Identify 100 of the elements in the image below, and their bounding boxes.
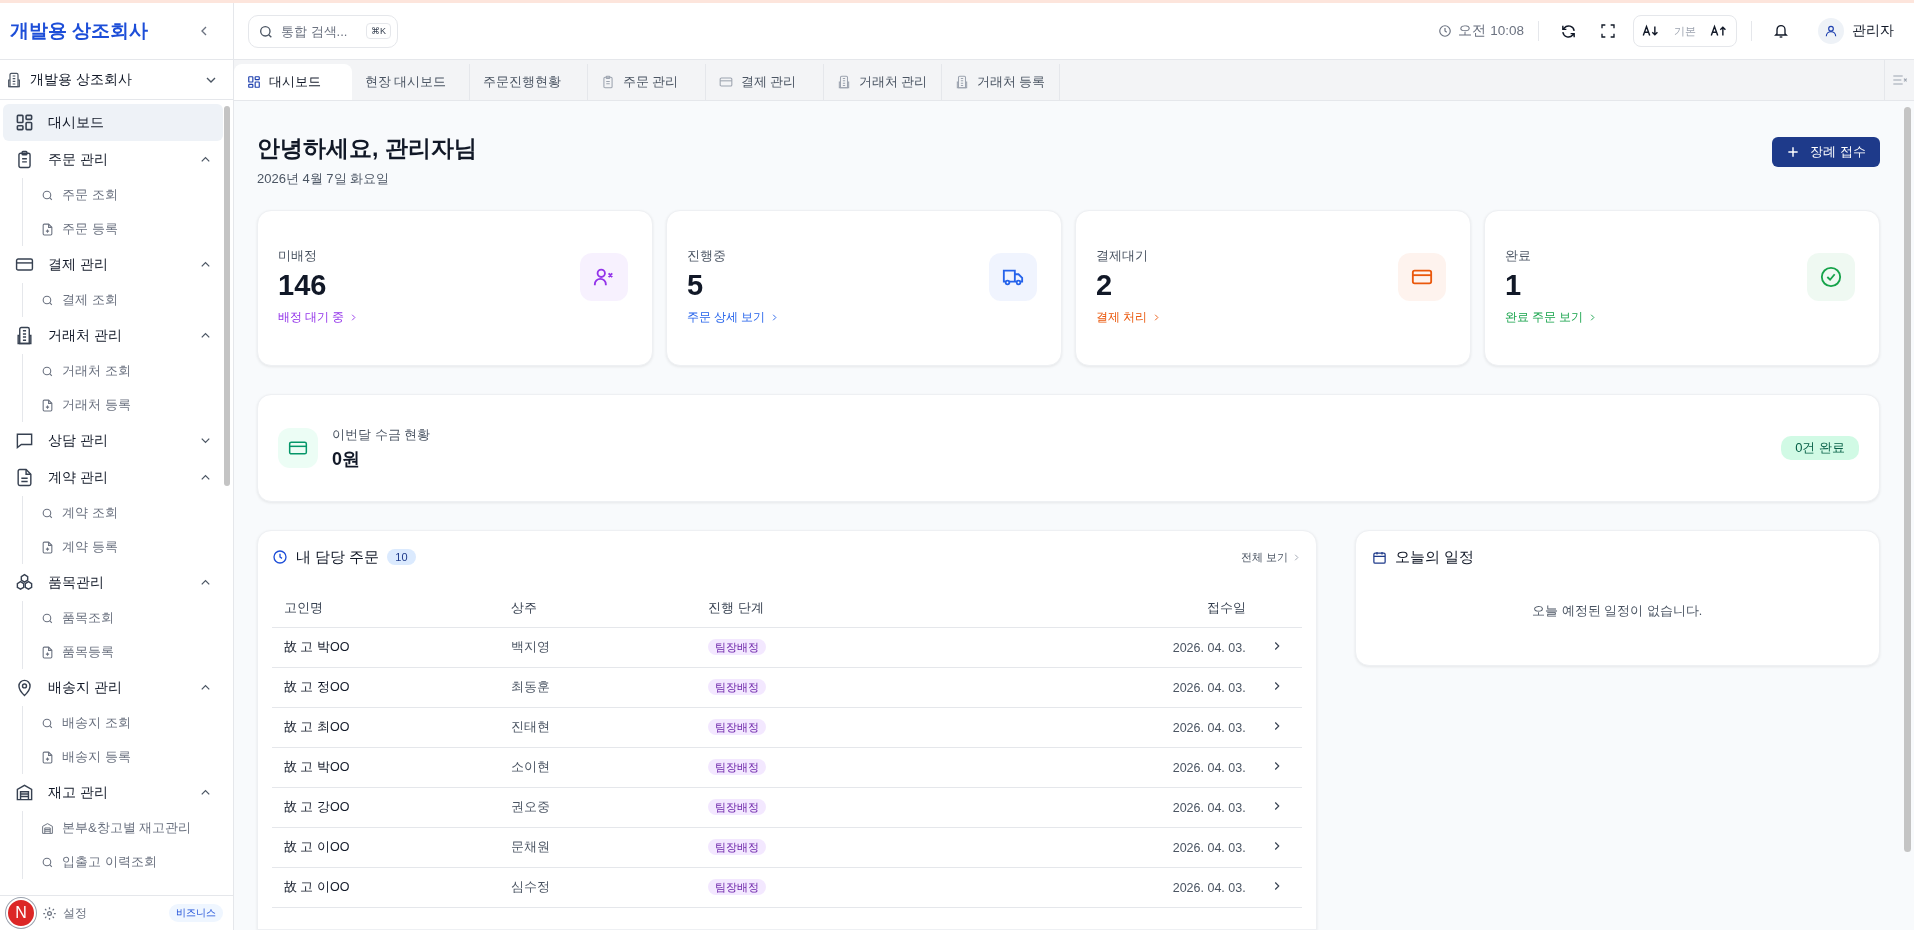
nav-item[interactable]: 재고 관리: [3, 774, 223, 811]
table-cell: 故 고 이OO: [272, 867, 499, 908]
column-header: 상주: [498, 589, 697, 628]
building-icon: [6, 71, 22, 88]
stage-tag: 팀장배정: [708, 719, 767, 735]
table-cell: 소이현: [498, 747, 697, 788]
nav-subitem[interactable]: 배송지 등록: [23, 740, 223, 774]
stat-value: 2: [1096, 269, 1114, 302]
table-row[interactable]: 故 고 박OO 소이현 팀장배정 2026. 04. 03.: [272, 747, 1302, 788]
nav-subitem[interactable]: 주문 등록: [23, 212, 223, 246]
count-badge: 10: [387, 549, 416, 565]
table-cell: 2026. 04. 03.: [953, 627, 1258, 668]
nav-item[interactable]: 대시보드: [3, 104, 223, 141]
search-icon: [41, 855, 54, 869]
plus-icon: [1786, 145, 1801, 159]
brand-title: 개발용 상조회사: [10, 19, 149, 43]
table-row[interactable]: 故 고 최OO 진태현 팀장배정 2026. 04. 03.: [272, 707, 1302, 748]
nav-subitem[interactable]: 결제 조회: [23, 283, 223, 317]
stat-link[interactable]: 결제 처리: [1096, 310, 1163, 325]
stat-link[interactable]: 완료 주문 보기: [1505, 310, 1599, 325]
table-cell: 故 고 이OO: [272, 827, 499, 868]
scrollbar[interactable]: [1904, 107, 1911, 852]
stat-label: 결제대기: [1096, 247, 1149, 265]
increase-font-button[interactable]: [1710, 24, 1728, 38]
stage-tag: 팀장배정: [708, 679, 767, 695]
settings-button[interactable]: 설정: [42, 904, 163, 922]
file-plus-icon: [41, 750, 54, 764]
tab[interactable]: 결제 관리: [706, 64, 824, 100]
collection-value: 0원: [332, 447, 361, 471]
tab[interactable]: 주문진행현황: [470, 64, 588, 100]
nav-subitem[interactable]: 품목조회: [23, 601, 223, 635]
table-row[interactable]: 故 고 이OO 심수정 팀장배정 2026. 04. 03.: [272, 867, 1302, 908]
file-plus-icon: [41, 645, 54, 659]
card-icon: [15, 255, 34, 274]
nav-item[interactable]: 품목관리: [3, 564, 223, 601]
workspace-selector[interactable]: 개발용 상조회사: [0, 60, 233, 100]
table-cell: 최동훈: [498, 667, 697, 708]
bell-icon: [1773, 23, 1789, 39]
table-cell: 故 고 강OO: [272, 787, 499, 828]
nav-subitem[interactable]: 거래처 등록: [23, 388, 223, 422]
scrollbar[interactable]: [224, 106, 230, 486]
nav-subitem[interactable]: 본부&창고별 재고관리: [23, 811, 223, 845]
font-increase-icon: [1710, 24, 1728, 38]
table-row[interactable]: 故 고 이OO 문채원 팀장배정 2026. 04. 03.: [272, 827, 1302, 868]
boxes-icon: [15, 573, 34, 592]
stat-link[interactable]: 배정 대기 중: [278, 310, 360, 325]
nav-subitem[interactable]: 주문 조회: [23, 178, 223, 212]
table-cell: 故 고 정OO: [272, 667, 499, 708]
nav-item[interactable]: 거래처 관리: [3, 317, 223, 354]
tab[interactable]: 거래처 관리: [824, 64, 942, 100]
search-icon: [41, 188, 54, 202]
user-menu[interactable]: 관리자: [1818, 18, 1894, 44]
building-icon: [837, 75, 851, 89]
font-size-label: 기본: [1674, 23, 1696, 39]
building-icon: [15, 326, 34, 345]
refresh-icon: [1559, 22, 1577, 40]
table-cell: 문채원: [498, 827, 697, 868]
clipboard-icon: [15, 150, 34, 169]
nav-item[interactable]: 배송지 관리: [3, 669, 223, 706]
tab[interactable]: 대시보드: [234, 64, 352, 100]
nav-subitem[interactable]: 계약 조회: [23, 496, 223, 530]
nav-item[interactable]: 상담 관리: [3, 422, 223, 459]
floating-avatar[interactable]: N: [6, 898, 36, 928]
stage-tag: 팀장배정: [708, 639, 767, 655]
nav-subitem[interactable]: 입출고 이력조회: [23, 845, 223, 879]
nav-item[interactable]: 계약 관리: [3, 459, 223, 496]
table-row[interactable]: 故 고 정OO 최동훈 팀장배정 2026. 04. 03.: [272, 667, 1302, 708]
tab[interactable]: 거래처 등록: [942, 64, 1060, 100]
column-header: 고인명: [272, 589, 499, 628]
stat-value: 1: [1505, 269, 1523, 302]
warehouse-icon: [41, 821, 54, 835]
table-row[interactable]: 故 고 박OO 백지영 팀장배정 2026. 04. 03.: [272, 627, 1302, 668]
table-cell: 백지영: [498, 627, 697, 668]
stage-tag: 팀장배정: [708, 879, 767, 895]
search-icon: [41, 716, 54, 730]
table-row[interactable]: 故 고 강OO 권오중 팀장배정 2026. 04. 03.: [272, 787, 1302, 828]
nav-subitem[interactable]: 배송지 조회: [23, 706, 223, 740]
map-pin-icon: [15, 678, 34, 697]
stage-tag: 팀장배정: [708, 839, 767, 855]
tab[interactable]: 주문 관리: [588, 64, 706, 100]
document-icon: [15, 468, 34, 487]
stat-link[interactable]: 주문 상세 보기: [687, 310, 781, 325]
shortcut-hint: ⌘K: [366, 22, 391, 39]
user-icon: [1824, 24, 1838, 38]
new-funeral-button[interactable]: 장례 접수: [1772, 137, 1880, 167]
table-cell: 권오중: [498, 787, 697, 828]
nav-subitem[interactable]: 거래처 조회: [23, 354, 223, 388]
list-close-icon: [1891, 73, 1908, 87]
chat-icon: [15, 431, 34, 450]
nav-subitem[interactable]: 품목등록: [23, 635, 223, 669]
section-title: 내 담당 주문: [296, 547, 380, 567]
nav-item[interactable]: 주문 관리: [3, 141, 223, 178]
decrease-font-button[interactable]: [1642, 24, 1660, 38]
tab[interactable]: 현장 대시보드: [352, 64, 470, 100]
nav-item[interactable]: 결제 관리: [3, 246, 223, 283]
section-title: 오늘의 일정: [1394, 547, 1474, 567]
card-icon: [288, 438, 308, 458]
warehouse-icon: [15, 783, 34, 802]
nav-subitem[interactable]: 계약 등록: [23, 530, 223, 564]
view-all-link[interactable]: 전체 보기: [1240, 549, 1302, 565]
